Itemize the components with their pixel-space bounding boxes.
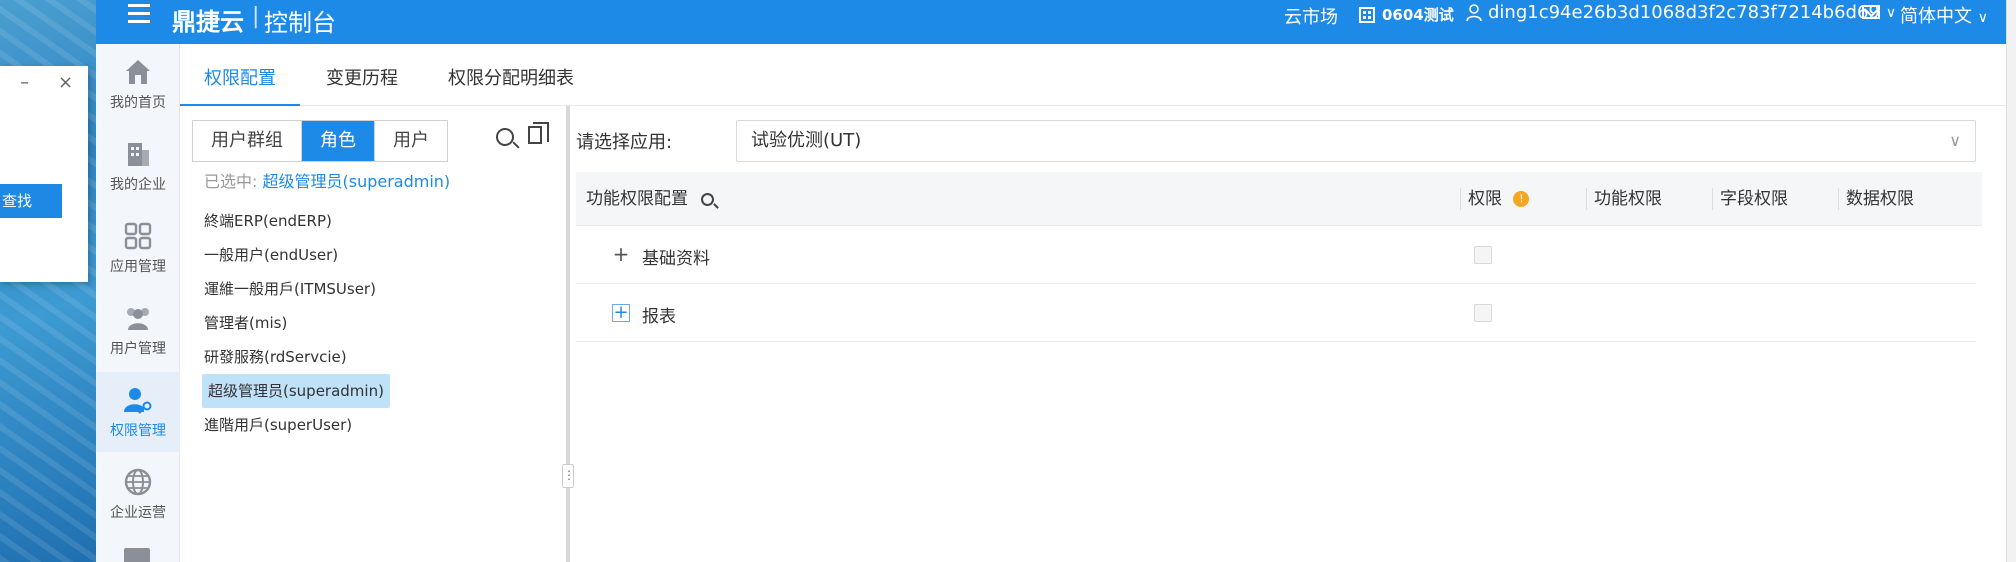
column-header-func-config: 功能权限配置 [586,172,715,226]
globe-icon [124,468,152,496]
nav-item-permission-management[interactable]: 权限管理 [96,372,180,452]
column-header-permission: 权限 ! [1468,172,1530,226]
role-panel: 用户群组 角色 用户 已选中: 超级管理员(superadmin) 終端ERP(… [180,106,568,562]
column-divider [1838,188,1839,210]
hamburger-menu-icon[interactable] [128,4,150,24]
list-item[interactable]: 一般用户(endUser) [204,238,390,272]
permission-checkbox[interactable] [1474,304,1492,322]
language-label: 简体中文 [1900,6,1972,27]
building-icon [1359,6,1375,23]
brand-separator: | [252,4,260,29]
user-name: ding1c94e26b3d1068d3f2c783f7214b6d69 [1488,2,1880,23]
app-select[interactable]: 试验优测(UT) ∨ [736,120,1976,162]
selected-role-line: 已选中: 超级管理员(superadmin) [204,168,450,192]
nav-label: 用户管理 [110,341,166,357]
chevron-down-icon: ∨ [1885,4,1897,21]
tab-permission-config[interactable]: 权限配置 [204,64,276,90]
segment-user-group[interactable]: 用户群组 [193,121,302,161]
page-scrollbar[interactable] [2006,0,2016,562]
nav-item-app-management[interactable]: 应用管理 [96,208,180,288]
chevron-down-icon: ∨ [1977,10,1988,26]
list-item[interactable]: 終端ERP(endERP) [204,204,390,238]
nav-label: 企业运营 [110,505,166,521]
subject-type-segmented-control: 用户群组 角色 用户 [192,120,448,162]
permission-checkbox[interactable] [1474,246,1492,264]
nav-item-enterprise[interactable]: 我的企业 [96,126,180,206]
mini-dialog: – × 查找 [0,66,88,282]
panel-splitter[interactable] [566,106,570,562]
minimize-button[interactable]: – [20,72,29,93]
nav-label: 权限管理 [110,423,166,439]
segment-user[interactable]: 用户 [375,121,447,161]
column-header-func-perm: 功能权限 [1594,189,1662,209]
list-item[interactable]: 運維一般用戶(ITMSUser) [204,272,390,306]
copy-icon[interactable] [528,122,549,144]
org-name: 0604测试 [1382,6,1454,24]
nav-item-enterprise-operations[interactable]: 企业运营 [96,454,180,534]
app-select-label: 请选择应用: [576,132,673,153]
close-button[interactable]: × [58,72,73,93]
top-bar: 鼎捷云 | 控制台 云市场 0604测试 ding1c94e26b3d1068d… [96,0,2006,44]
nav-item-home[interactable]: 我的首页 [96,44,180,124]
main-tabs: 权限配置 变更历程 权限分配明细表 [180,44,2006,106]
tab-change-history[interactable]: 变更历程 [326,64,398,90]
tab-permission-detail[interactable]: 权限分配明细表 [448,64,574,90]
column-header-data-perm: 数据权限 [1846,189,1914,209]
segment-role[interactable]: 角色 [302,121,375,161]
permission-config-panel: 请选择应用: 试验优测(UT) ∨ 功能权限配置 权限 ! 功能权限 字段权限 … [576,106,2006,562]
nav-item-more-icon[interactable] [124,548,150,562]
cloud-market-link[interactable]: 云市场 [1284,3,1338,29]
column-header-field-perm: 字段权限 [1720,189,1788,209]
building-icon [128,143,149,166]
search-icon[interactable] [496,128,514,146]
mail-icon[interactable] [1862,5,1880,19]
language-switcher[interactable]: 简体中文 ∨ [1900,2,1988,28]
row-label: 报表 [642,307,676,327]
left-nav: 我的首页 我的企业 应用管理 用户管理 权限管理 企业运营 [96,44,180,562]
warning-icon[interactable]: ! [1513,191,1530,207]
search-icon[interactable] [701,192,715,206]
app-select-value: 试验优测(UT) [751,130,862,151]
brand-logo[interactable]: 鼎捷云 [172,2,244,37]
table-header: 功能权限配置 权限 ! 功能权限 字段权限 数据权限 [576,172,1982,226]
column-divider [1460,188,1461,210]
org-switcher[interactable]: 0604测试 [1358,4,1454,25]
user-key-icon [124,388,152,414]
users-icon [127,308,149,330]
list-item[interactable]: 管理者(mis) [204,306,390,340]
splitter-handle-icon[interactable]: ⋮ [562,464,575,488]
column-header-label: 功能权限配置 [586,189,688,209]
list-item-selected[interactable]: 超级管理员(superadmin) [202,374,390,408]
nav-label: 我的首页 [110,95,166,111]
nav-label: 应用管理 [110,259,166,275]
expand-icon[interactable]: + [612,244,630,264]
role-list: 終端ERP(endERP) 一般用户(endUser) 運維一般用戶(ITMSU… [202,204,390,442]
row-label: 基础资料 [642,249,710,269]
column-divider [1586,188,1587,210]
list-item[interactable]: 研發服務(rdServcie) [204,340,390,374]
list-item[interactable]: 進階用戶(superUser) [204,408,390,442]
home-icon [126,60,150,84]
table-row: + 报表 [576,284,1976,342]
find-button[interactable]: 查找 [0,184,62,218]
selected-role-value: 超级管理员(superadmin) [262,172,451,191]
selected-prefix: 已选中: [204,172,258,191]
column-header-label: 权限 [1468,189,1502,209]
grid-icon [124,222,152,250]
expand-icon[interactable]: + [612,304,630,322]
nav-item-user-management[interactable]: 用户管理 [96,290,180,370]
chevron-down-icon: ∨ [1949,131,1961,150]
column-divider [1712,188,1713,210]
table-row: + 基础资料 [576,226,1976,284]
nav-label: 我的企业 [110,177,166,193]
user-menu[interactable]: ding1c94e26b3d1068d3f2c783f7214b6d69 ∨ [1466,2,1896,23]
console-title: 控制台 [264,9,336,37]
user-icon [1466,3,1482,21]
